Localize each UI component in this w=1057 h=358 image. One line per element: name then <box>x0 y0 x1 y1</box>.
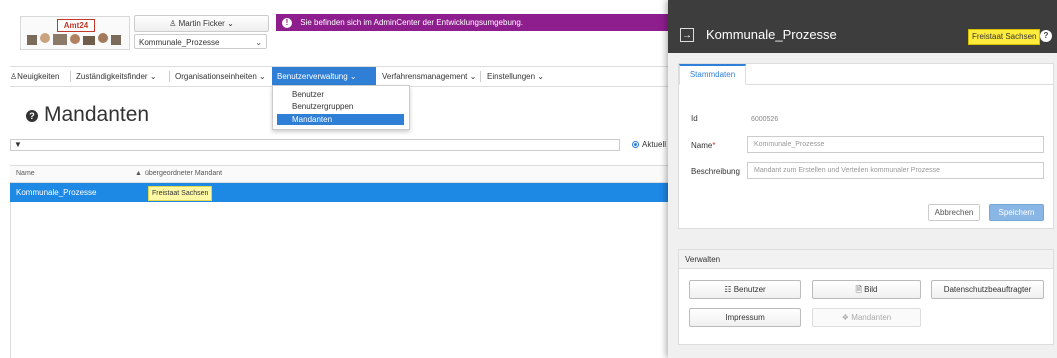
help-icon[interactable]: ? <box>1040 30 1052 42</box>
chevron-down-icon: ⌄ <box>227 19 234 28</box>
panel-title: Kommunale_Prozesse <box>706 27 837 42</box>
nav-organisationseinheiten[interactable]: Organisationseinheiten ⌄ <box>175 67 272 86</box>
nav-neuigkeiten[interactable]: ♙Neuigkeiten <box>10 67 66 86</box>
nav-benutzerverwaltung[interactable]: Benutzerverwaltung ⌄ <box>272 67 376 86</box>
benutzerverwaltung-dropdown: Benutzer Benutzergruppen Mandanten <box>272 85 410 130</box>
stammdaten-card: Stammdaten Id 6000526 Name* Kommunale_Pr… <box>678 63 1054 229</box>
bild-button[interactable]: 🗎 Bild <box>812 280 921 299</box>
dropdown-item-benutzergruppen[interactable]: Benutzergruppen <box>277 101 404 112</box>
impressum-button[interactable]: Impressum <box>689 308 801 327</box>
environment-notice: ! Sie befinden sich im AdminCenter der E… <box>276 14 668 31</box>
id-value: 6000526 <box>751 116 779 123</box>
help-icon[interactable]: ? <box>26 110 38 122</box>
user-icon: ♙ <box>169 19 177 28</box>
cancel-button[interactable]: Abbrechen <box>928 204 980 221</box>
panel-header: → Kommunale_Prozesse Freistaat Sachsen ? <box>668 0 1057 53</box>
save-button[interactable]: Speichern <box>989 204 1044 221</box>
datenschutzbeauftragter-button[interactable]: Datenschutzbeauftragter <box>931 280 1044 299</box>
nav-divider <box>480 71 481 82</box>
radio-aktuell[interactable]: Aktuell <box>632 140 666 149</box>
main-nav: ♙Neuigkeiten Zuständigkeitsfinder ⌄ Orga… <box>10 66 668 87</box>
description-label: Beschreibung <box>691 167 740 176</box>
table-header: Name ▲ übergeordneter Mandant <box>10 165 668 183</box>
chevron-down-icon: ⌄ <box>255 38 262 47</box>
sort-asc-icon[interactable]: ▲ <box>135 166 142 182</box>
benutzer-button-label: Benutzer <box>733 285 766 294</box>
tab-stammdaten[interactable]: Stammdaten <box>679 64 746 85</box>
description-field[interactable]: Mandant zum Erstellen und Verteilen komm… <box>747 162 1044 179</box>
table-body <box>10 183 668 358</box>
verwalten-title: Verwalten <box>679 250 1053 269</box>
filter-input[interactable]: ▼ <box>10 139 620 151</box>
id-label: Id <box>691 114 698 123</box>
radio-label: Aktuell <box>642 140 667 149</box>
page-title: Mandanten <box>44 103 150 126</box>
table-row[interactable]: Kommunale_Prozesse Freistaat Sachsen <box>10 183 668 202</box>
detail-panel: → Kommunale_Prozesse Freistaat Sachsen ?… <box>668 0 1057 358</box>
nav-divider <box>169 71 170 82</box>
benutzer-button[interactable]: ☷ Benutzer <box>689 280 801 299</box>
mandanten-button-label: Mandanten <box>851 313 892 322</box>
dropdown-item-mandanten[interactable]: Mandanten <box>277 114 404 125</box>
column-header-name[interactable]: Name <box>16 166 35 182</box>
arrow-right-icon[interactable]: → <box>680 28 694 42</box>
required-marker: * <box>712 141 716 150</box>
filter-icon: ▼ <box>14 140 22 149</box>
nav-divider <box>70 71 71 82</box>
user-menu-button[interactable]: ♙ Martin Ficker ⌄ <box>134 15 269 32</box>
row-parent-badge: Freistaat Sachsen <box>148 186 213 201</box>
panel-badge: Freistaat Sachsen <box>968 29 1041 45</box>
mandanten-button[interactable]: ❖ Mandanten <box>812 308 921 327</box>
column-header-parent[interactable]: übergeordneter Mandant <box>145 166 222 182</box>
tag-icon: ❖ <box>841 313 849 322</box>
row-name: Kommunale_Prozesse <box>16 188 97 197</box>
radio-dot <box>632 141 639 148</box>
info-icon: ! <box>282 18 292 28</box>
nav-einstellungen[interactable]: Einstellungen ⌄ <box>487 67 567 86</box>
bild-button-label: Bild <box>864 285 878 294</box>
name-field[interactable]: Kommunale_Prozesse <box>747 136 1044 153</box>
name-label: Name* <box>691 141 715 150</box>
dropdown-item-benutzer[interactable]: Benutzer <box>277 89 404 100</box>
nav-zustaendigkeitsfinder[interactable]: Zuständigkeitsfinder ⌄ <box>76 67 168 86</box>
notice-text: Sie befinden sich im AdminCenter der Ent… <box>300 18 524 27</box>
user-name: Martin Ficker <box>178 19 225 28</box>
name-label-text: Name <box>691 141 713 150</box>
tenant-select-value: Kommunale_Prozesse <box>139 38 220 47</box>
verwalten-card: Verwalten ☷ Benutzer 🗎 Bild Datenschutzb… <box>678 249 1054 345</box>
logo-illustration <box>27 33 121 45</box>
tenant-select[interactable]: Kommunale_Prozesse ⌄ <box>134 34 267 49</box>
file-icon: 🗎 <box>855 285 862 294</box>
sitemap-icon: ☷ <box>724 285 732 294</box>
nav-verfahrensmanagement[interactable]: Verfahrensmanagement ⌄ <box>382 67 482 86</box>
nav-neuigkeiten-label: Neuigkeiten <box>17 72 60 81</box>
app-logo[interactable]: Amt24 <box>20 16 130 50</box>
